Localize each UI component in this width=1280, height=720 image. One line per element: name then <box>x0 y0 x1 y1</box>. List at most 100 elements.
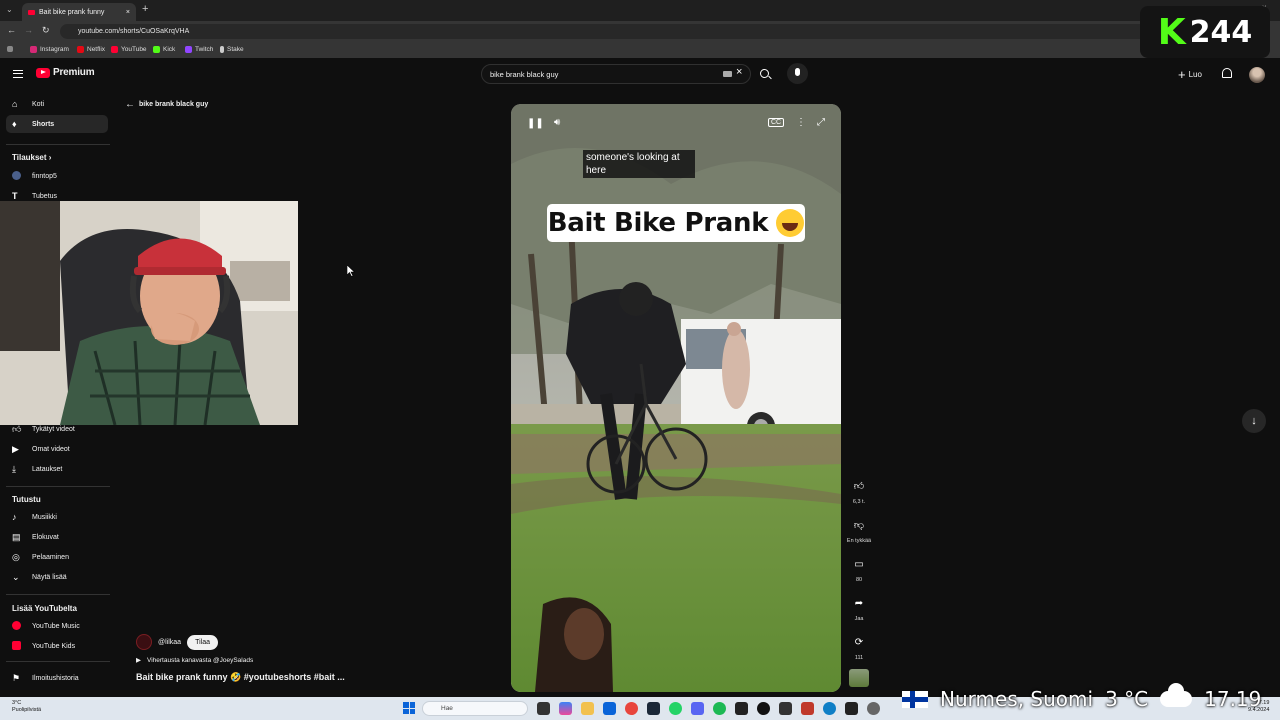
keyboard-icon[interactable] <box>723 71 732 77</box>
app-icon[interactable] <box>801 702 814 715</box>
bookmark-kick[interactable]: Kick <box>153 46 175 53</box>
sidebar-item-show-more[interactable]: ⌄ Näytä lisää <box>6 568 108 586</box>
app-icon[interactable] <box>845 702 858 715</box>
sidebar-item-your-videos[interactable]: ▶ Omat videot <box>6 440 108 458</box>
volume-icon[interactable]: 🔊︎ <box>554 117 560 128</box>
whatsapp-icon[interactable] <box>669 702 682 715</box>
file-explorer-icon[interactable] <box>581 702 594 715</box>
browser-tab-active[interactable]: Bait bike prank funny × <box>22 3 136 21</box>
discord-icon[interactable] <box>691 702 704 715</box>
sidebar-item-shorts[interactable]: ♦ Shorts <box>6 115 108 133</box>
new-tab-button[interactable]: + <box>142 3 148 15</box>
clear-search-icon[interactable]: × <box>736 66 742 78</box>
short-title[interactable]: Bait bike prank funny 🤣 #youtubeshorts #… <box>136 672 345 683</box>
tab-close-icon[interactable]: × <box>126 9 130 16</box>
start-button-icon[interactable] <box>403 702 415 714</box>
sidebar-item-movies[interactable]: ▤ Elokuvat <box>6 528 108 546</box>
apps-grid-icon[interactable] <box>7 46 13 52</box>
back-to-search-link[interactable]: ← bike brank black guy <box>125 99 208 110</box>
steam-icon[interactable] <box>647 702 660 715</box>
streamer-webcam <box>0 201 298 425</box>
sidebar-item-youtube-music[interactable]: YouTube Music <box>6 617 108 635</box>
sound-thumbnail[interactable] <box>849 669 869 687</box>
back-icon[interactable]: ← <box>7 25 16 35</box>
mouse-cursor-icon <box>347 265 355 277</box>
obs-icon[interactable] <box>757 702 770 715</box>
bookmark-youtube[interactable]: YouTube <box>111 46 147 53</box>
chrome-icon[interactable] <box>625 702 638 715</box>
channel-avatar[interactable] <box>136 634 152 650</box>
captions-icon[interactable]: CC <box>768 118 785 127</box>
instagram-icon <box>30 46 37 53</box>
comments-button[interactable]: ▭ 80 <box>846 554 872 584</box>
gaming-icon: ◎ <box>12 551 20 562</box>
sidebar-item-gaming[interactable]: ◎ Pelaaminen <box>6 548 108 566</box>
more-options-icon[interactable]: ⋮ <box>796 117 806 128</box>
account-avatar[interactable] <box>1249 67 1265 83</box>
channel-name[interactable]: @lilkaa <box>158 639 181 646</box>
channel-avatar-icon <box>12 170 32 182</box>
overlay-temperature: 3 °C <box>1105 687 1149 711</box>
share-icon: ➦ <box>854 597 864 609</box>
sidebar-item-home[interactable]: ⌂ Koti <box>6 95 108 113</box>
youtube-premium-logo[interactable]: Premium <box>36 67 95 78</box>
dislike-button[interactable]: 👎︎ En tykkää <box>846 515 872 544</box>
notifications-bell-icon[interactable] <box>1222 68 1232 78</box>
bookmark-instagram[interactable]: Instagram <box>30 46 69 53</box>
youtube-favicon-icon <box>28 9 35 15</box>
subscriptions-heading[interactable]: Tilaukset › <box>12 153 51 162</box>
bookmark-netflix[interactable]: Netflix <box>77 46 105 53</box>
explore-heading: Tutustu <box>12 495 41 504</box>
taskbar-search-input[interactable]: Hae <box>422 701 528 716</box>
bookmark-stake[interactable]: Stake <box>220 46 244 53</box>
sidebar-item-music[interactable]: ♪ Musiikki <box>6 508 108 526</box>
sidebar-item-youtube-kids[interactable]: YouTube Kids <box>6 637 108 655</box>
copilot-icon[interactable] <box>559 702 572 715</box>
sidebar-item-liked-videos[interactable]: 👍︎ Tykätyt videot <box>6 420 108 438</box>
search-input[interactable]: bike brank black guy <box>481 64 751 84</box>
taskbar-weather[interactable]: 3°C Puolipilvistä <box>12 700 41 714</box>
url-text: youtube.com/shorts/CuOSaKrqVHA <box>78 28 190 35</box>
app-icon[interactable] <box>735 702 748 715</box>
share-button[interactable]: ➦ Jaa <box>846 593 872 623</box>
netflix-icon <box>77 46 84 53</box>
task-view-icon[interactable] <box>537 702 550 715</box>
fullscreen-icon[interactable]: ⤢ <box>817 117 825 128</box>
app-icon[interactable] <box>779 702 792 715</box>
sidebar-item-downloads[interactable]: ⤓ Lataukset <box>6 460 108 478</box>
shorts-video-player[interactable]: someone's looking at here Bait Bike Pran… <box>511 104 841 692</box>
chevron-down-icon: ⌄ <box>12 571 20 582</box>
search-icon[interactable] <box>760 69 769 78</box>
kick-logo-number: 244 <box>1189 14 1253 50</box>
remix-icon: ⟳ <box>854 636 864 648</box>
mail-icon[interactable] <box>603 702 616 715</box>
related-video-link[interactable]: ▶ Vihertausta kanavasta @JoeySalads <box>136 656 253 665</box>
download-icon: ⤓ <box>12 463 16 474</box>
sidebar-sub-finntop5[interactable]: finntop5 <box>6 167 108 185</box>
tab-search-icon[interactable]: ⌄ <box>6 5 13 14</box>
video-frame <box>511 104 841 692</box>
bookmarks-bar: Instagram Netflix YouTube Kick Twitch St… <box>0 42 1280 58</box>
bookmark-twitch[interactable]: Twitch <box>185 46 213 53</box>
url-input[interactable]: youtube.com/shorts/CuOSaKrqVHA <box>60 24 1160 39</box>
voice-search-icon[interactable] <box>787 63 808 84</box>
next-short-button[interactable]: ↓ <box>1242 409 1266 433</box>
forward-icon[interactable]: → <box>24 25 33 35</box>
create-button[interactable]: + Luo <box>1178 67 1202 82</box>
edge-icon[interactable] <box>823 702 836 715</box>
reload-icon[interactable]: ↻ <box>42 25 50 36</box>
film-icon: ▤ <box>12 531 21 542</box>
subscribe-button[interactable]: Tilaa <box>187 634 218 650</box>
video-icon: ▶ <box>12 443 19 454</box>
spotify-icon[interactable] <box>713 702 726 715</box>
hamburger-menu-icon[interactable] <box>13 70 23 78</box>
yt-kids-icon <box>12 640 32 652</box>
remix-button[interactable]: ⟳ 111 <box>846 632 872 662</box>
like-button[interactable]: 👍︎ 6,3 t. <box>846 476 872 505</box>
finland-flag-icon <box>902 690 928 708</box>
brand-text: Premium <box>53 67 95 78</box>
pause-icon[interactable]: ❚❚ <box>527 118 544 129</box>
yt-music-icon <box>12 620 32 632</box>
settings-gear-icon[interactable] <box>867 702 880 715</box>
sidebar-item-report-history[interactable]: ⚑ Ilmoitushistoria <box>6 669 108 687</box>
